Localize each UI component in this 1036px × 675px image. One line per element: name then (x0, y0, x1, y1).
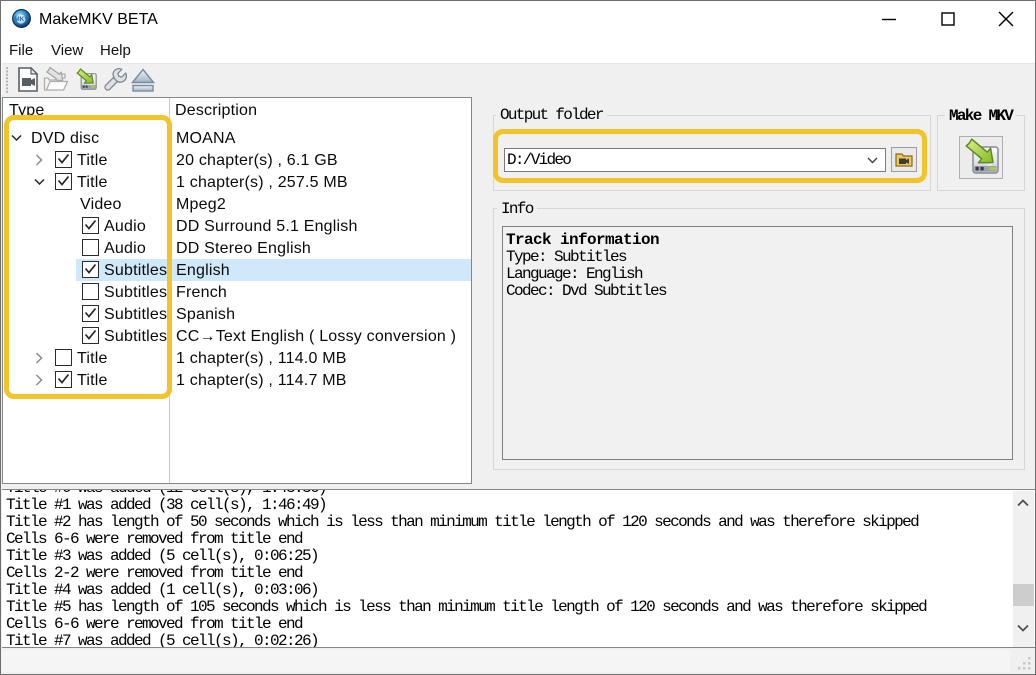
svg-text:MKV: MKV (14, 16, 29, 23)
